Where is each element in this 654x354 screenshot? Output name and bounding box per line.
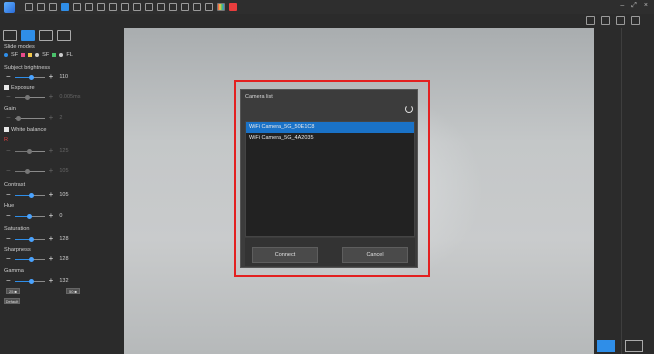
right-panel-tabs — [597, 340, 643, 352]
mode-color-icon — [21, 53, 26, 57]
list-item[interactable]: WiFi Camera_5G_4A2035 — [246, 133, 414, 144]
title-bar: – ⤢ × — [0, 0, 654, 14]
record-icon[interactable] — [37, 3, 45, 11]
maximize-button[interactable]: ⤢ — [631, 2, 637, 10]
flip-icon[interactable] — [133, 3, 141, 11]
camera-icon[interactable] — [157, 3, 165, 11]
mode-radio-1[interactable] — [4, 53, 8, 57]
measure-icon[interactable] — [109, 3, 117, 11]
tab-measure-icon[interactable] — [39, 30, 53, 41]
capture-icon[interactable] — [25, 3, 33, 11]
undo-icon[interactable] — [85, 3, 93, 11]
subject-brightness-slider[interactable]: − + 110 — [6, 73, 86, 81]
overlay-icon[interactable] — [181, 3, 189, 11]
exposure-label[interactable]: Exposure — [4, 85, 35, 91]
tab-camera-icon[interactable] — [21, 30, 35, 41]
close-button[interactable]: × — [644, 2, 648, 10]
tab-image-icon[interactable] — [597, 340, 615, 352]
default-button[interactable]: Default — [4, 298, 20, 304]
preset-button-2[interactable]: 50 ■ — [66, 288, 80, 294]
tab-edit-icon[interactable] — [3, 30, 17, 41]
scale-icon[interactable] — [205, 3, 213, 11]
sharpness-slider[interactable]: − + 128 — [6, 255, 86, 263]
network-icon[interactable] — [586, 16, 595, 25]
white-balance-r-label: R — [4, 137, 9, 143]
crop-icon[interactable] — [601, 16, 610, 25]
mode-radio-3[interactable] — [59, 53, 64, 57]
gain-label: Gain — [4, 106, 16, 112]
select-tool-icon[interactable] — [61, 3, 69, 11]
minimize-button[interactable]: – — [620, 2, 624, 10]
angle-icon[interactable] — [145, 3, 153, 11]
saturation-slider[interactable]: − + 128 — [6, 235, 86, 243]
refresh-icon[interactable] — [405, 105, 413, 113]
mode-color-icon — [52, 53, 57, 57]
slide-modes-label: Slide modes — [4, 44, 35, 50]
list-item[interactable]: WiFi Camera_5G_50E1C8 — [246, 122, 414, 133]
redo-icon[interactable] — [97, 3, 105, 11]
decrease-button[interactable]: − — [6, 73, 11, 81]
slider-knob[interactable] — [28, 74, 34, 80]
tab-measure-icon[interactable] — [625, 340, 643, 352]
compare-icon[interactable] — [169, 3, 177, 11]
right-panel — [594, 28, 654, 354]
panel-tabs — [3, 30, 71, 41]
white-balance-b-slider[interactable]: − + 105 — [6, 167, 86, 175]
contrast-slider[interactable]: − + 105 — [6, 191, 86, 199]
gain-slider[interactable]: − + 2 — [6, 114, 86, 122]
cancel-button[interactable]: Cancel — [342, 247, 408, 263]
preset-button-1[interactable]: 25 ■ — [6, 288, 20, 294]
left-gutter — [89, 28, 124, 354]
grid-icon[interactable] — [121, 3, 129, 11]
hue-label: Hue — [4, 203, 15, 209]
white-balance-r-slider[interactable]: − + 125 — [6, 147, 86, 155]
window-controls: – ⤢ × — [620, 2, 648, 10]
camera-list: WiFi Camera_5G_50E1C8 WiFi Camera_5G_4A2… — [245, 121, 415, 237]
camera-list-dialog: Camera list WiFi Camera_5G_50E1C8 WiFi C… — [240, 89, 418, 268]
timer-icon[interactable] — [49, 3, 57, 11]
layout-icon[interactable] — [193, 3, 201, 11]
saturation-label: Saturation — [4, 226, 30, 232]
settings-icon[interactable] — [631, 16, 640, 25]
tab-annotate-icon[interactable] — [57, 30, 71, 41]
subject-brightness-label: Subject brightness — [4, 65, 51, 71]
gamma-slider[interactable]: − + 132 — [6, 277, 86, 285]
exposure-slider[interactable]: − + 0.005ms — [6, 93, 86, 101]
slide-modes-group: SF SF FL — [4, 52, 73, 58]
palette-icon[interactable] — [217, 3, 225, 11]
secondary-toolbar — [586, 16, 640, 25]
contrast-label: Contrast — [4, 182, 26, 188]
exposure-checkbox[interactable] — [4, 85, 9, 90]
hue-slider[interactable]: − + 0 — [6, 212, 86, 220]
dialog-title: Camera list — [245, 94, 273, 100]
app-logo-icon — [4, 1, 15, 13]
color-bar-icon[interactable] — [229, 3, 237, 11]
white-balance-label[interactable]: White balance — [4, 127, 46, 133]
mode-color-icon — [28, 53, 33, 57]
sharpness-label: Sharpness — [4, 247, 31, 253]
hand-tool-icon[interactable] — [73, 3, 81, 11]
mode-radio-2[interactable] — [35, 53, 40, 57]
share-icon[interactable] — [616, 16, 625, 25]
connect-button[interactable]: Connect — [252, 247, 318, 263]
panel-splitter[interactable] — [621, 28, 622, 354]
dialog-footer: Connect Cancel — [245, 238, 415, 266]
gamma-label: Gamma — [4, 268, 24, 274]
increase-button[interactable]: + — [49, 73, 54, 81]
white-balance-checkbox[interactable] — [4, 127, 9, 132]
camera-settings-panel: Slide modes SF SF FL Subject brightness … — [0, 28, 90, 354]
